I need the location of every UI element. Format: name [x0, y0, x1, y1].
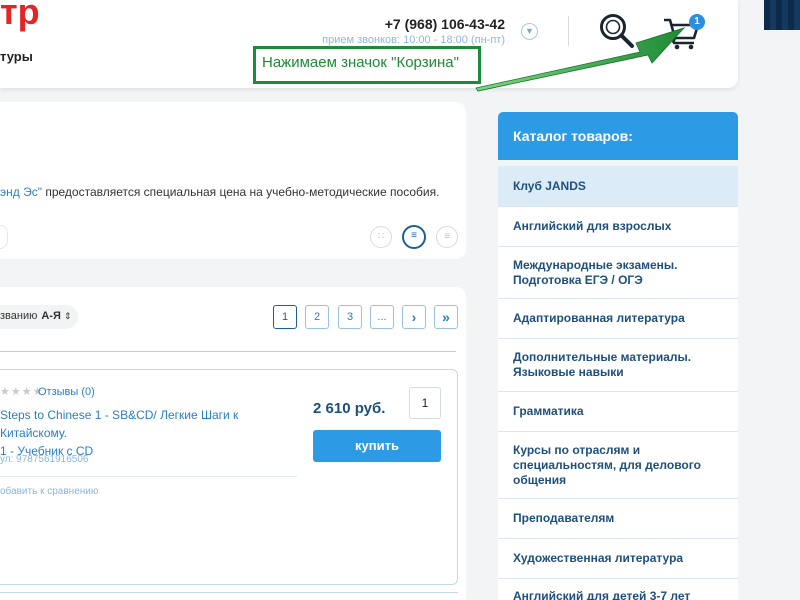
page-button-3[interactable]: 3 — [338, 305, 362, 329]
logo-subtitle: туры — [0, 49, 33, 64]
catalog-item-exams[interactable]: Международные экзамены. Подготовка ЕГЭ /… — [498, 247, 738, 299]
catalog-title: Каталог товаров: — [498, 112, 738, 160]
page-ellipsis[interactable]: ... — [370, 305, 394, 329]
phone-number[interactable]: +7 (968) 106-43-42 — [385, 16, 505, 32]
next-page-button[interactable]: › — [402, 305, 426, 329]
catalog-item-kids-3-7[interactable]: Английский для детей 3-7 лет — [498, 579, 738, 600]
list-view-icon[interactable]: ≡ — [402, 225, 426, 249]
info-panel: энд Эс" предоставляется специальная цена… — [0, 102, 466, 259]
product-card: ★★★★ Отзывы (0) Steps to Chinese 1 - SB&… — [0, 369, 458, 585]
background-pattern — [764, 0, 800, 30]
add-to-compare-link[interactable]: обавить к сравнению — [0, 486, 98, 497]
product-sku: ул: 9787561916506 — [0, 454, 89, 465]
catalog-item-business-courses[interactable]: Курсы по отраслям и специальностям, для … — [498, 432, 738, 499]
info-link[interactable]: энд Эс" — [0, 185, 42, 199]
catalog-item-teachers[interactable]: Преподавателям — [498, 499, 738, 539]
search-input[interactable] — [0, 225, 8, 249]
product-divider — [0, 476, 297, 477]
next-product-card — [0, 592, 458, 600]
catalog-item-fiction[interactable]: Художественная литература — [498, 539, 738, 579]
rating-stars: ★★★★ — [0, 386, 44, 398]
sort-arrows-icon: ⇕ — [63, 311, 72, 321]
search-icon[interactable] — [598, 12, 636, 50]
annotation-callout: Нажимаем значок "Корзина" — [253, 46, 481, 84]
logo[interactable]: тр — [0, 0, 40, 30]
header-divider — [568, 16, 569, 46]
page-button-1[interactable]: 1 — [273, 305, 297, 329]
quantity-input[interactable]: 1 — [409, 387, 441, 419]
catalog-item-english-adults[interactable]: Английский для взрослых — [498, 207, 738, 247]
info-text: энд Эс" предоставляется специальная цена… — [0, 185, 440, 199]
sort-select[interactable]: званию А-Я ⇕ — [0, 305, 78, 329]
buy-button[interactable]: купить — [313, 430, 441, 462]
grid-view-icon[interactable]: ∷ — [370, 226, 392, 248]
list-divider — [0, 351, 456, 352]
cart-count-badge[interactable]: 1 — [689, 14, 705, 30]
product-list: званию А-Я ⇕ 1 2 3 ... › » ★★★★ Отзывы (0)… — [0, 287, 466, 600]
page-button-2[interactable]: 2 — [305, 305, 329, 329]
catalog-item-adapted-literature[interactable]: Адаптированная литература — [498, 299, 738, 339]
chevron-down-icon[interactable]: ▼ — [521, 23, 538, 40]
last-page-button[interactable]: » — [434, 305, 458, 329]
product-price: 2 610 руб. — [313, 400, 386, 417]
catalog-item-grammar[interactable]: Грамматика — [498, 392, 738, 432]
product-title[interactable]: Steps to Chinese 1 - SB&CD/ Легкие Шаги … — [0, 406, 296, 460]
catalog-item-club-jands[interactable]: Клуб JANDS — [498, 166, 738, 207]
call-hours: прием звонков: 10:00 - 18:00 (пн-пт) — [322, 34, 505, 46]
catalog-item-additional-materials[interactable]: Дополнительные материалы. Языковые навык… — [498, 339, 738, 392]
table-view-icon[interactable]: ≡ — [436, 226, 458, 248]
reviews-link[interactable]: Отзывы (0) — [38, 386, 95, 398]
